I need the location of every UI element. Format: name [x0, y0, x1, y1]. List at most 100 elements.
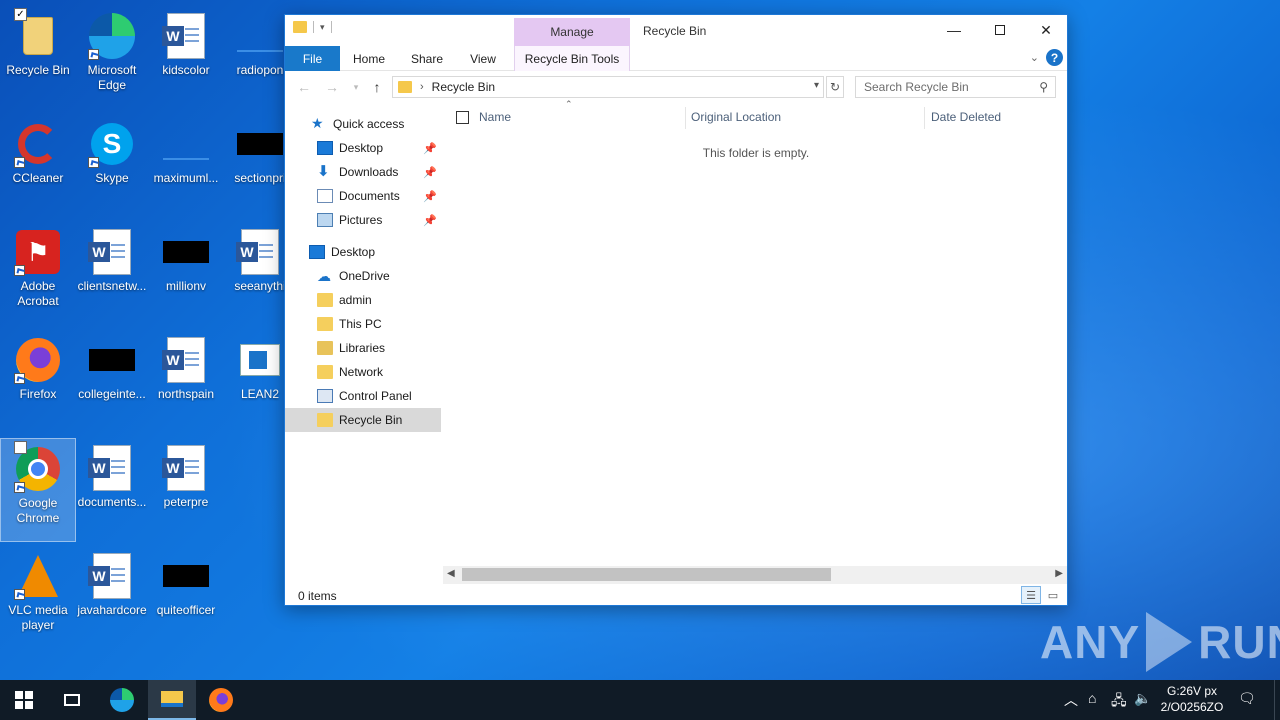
- taskbar-firefox[interactable]: [197, 680, 245, 720]
- desktop-icon-clientsnetw[interactable]: W clientsnetw...: [74, 222, 150, 326]
- nav-item-libraries[interactable]: Libraries: [285, 336, 441, 360]
- play-logo-icon: [1146, 612, 1193, 672]
- redacted-file-icon: [236, 120, 284, 168]
- nav-item-recycle-bin[interactable]: Recycle Bin: [285, 408, 441, 432]
- show-desktop-button[interactable]: [1274, 680, 1280, 720]
- address-dropdown-icon[interactable]: ▾: [814, 80, 819, 91]
- desktop-icon-google-chrome[interactable]: Google Chrome: [0, 438, 76, 542]
- forward-arrow-icon: →: [325, 79, 339, 95]
- nav-item-documents[interactable]: Documents 📌: [285, 184, 441, 208]
- search-placeholder: Search Recycle Bin: [864, 80, 969, 94]
- navigation-pane: ★ Quick access Desktop 📌 ⬇ Downloads 📌 D…: [285, 103, 441, 583]
- close-button[interactable]: ✕: [1023, 15, 1069, 45]
- desktop-icon-vlc[interactable]: VLC media player: [0, 546, 76, 650]
- desktop-icon-skype[interactable]: S Skype: [74, 114, 150, 218]
- details-view-button[interactable]: ☰: [1021, 586, 1041, 604]
- tab-view[interactable]: View: [457, 46, 509, 71]
- desktop-icon-millionv[interactable]: millionv: [148, 222, 224, 326]
- horizontal-scrollbar[interactable]: ◀ ▶: [443, 566, 1067, 584]
- up-button[interactable]: ↑: [368, 78, 386, 96]
- desktop-icon-maximuml[interactable]: maximuml...: [148, 114, 224, 218]
- large-icons-view-button[interactable]: ▭: [1043, 586, 1063, 604]
- clock[interactable]: G:26V px 2/O0256ZO: [1150, 683, 1234, 715]
- title-bar[interactable]: ▾ Manage Recycle Bin — ✕: [285, 15, 1067, 46]
- blank-file-icon: [162, 120, 210, 168]
- word-document-icon: W: [162, 444, 210, 492]
- nav-item-pictures[interactable]: Pictures 📌: [285, 208, 441, 232]
- nav-label: Recycle Bin: [339, 413, 403, 427]
- scrollbar-thumb[interactable]: [462, 568, 831, 581]
- nav-label: This PC: [339, 317, 382, 331]
- scroll-right-icon[interactable]: ▶: [1055, 568, 1063, 579]
- network-icon[interactable]: 🖧: [1111, 690, 1127, 714]
- desktop-icon-javahardcore[interactable]: W javahardcore: [74, 546, 150, 650]
- close-icon: ✕: [1040, 21, 1052, 38]
- nav-item-desktop[interactable]: Desktop: [285, 240, 441, 264]
- device-icon[interactable]: ⌂: [1088, 690, 1096, 706]
- forward-button[interactable]: →: [323, 78, 341, 96]
- column-header-original-location[interactable]: Original Location: [691, 103, 921, 131]
- show-hidden-icons-chevron-icon[interactable]: ︿: [1064, 690, 1078, 710]
- maximize-button[interactable]: [977, 15, 1023, 45]
- address-bar[interactable]: › Recycle Bin ▾: [392, 76, 824, 98]
- scroll-left-icon[interactable]: ◀: [447, 568, 455, 579]
- desktop-icon-quiteofficer[interactable]: quiteofficer: [148, 546, 224, 650]
- up-arrow-icon: ↑: [373, 79, 381, 95]
- refresh-button[interactable]: ↻: [826, 76, 844, 98]
- help-button[interactable]: ?: [1046, 49, 1063, 66]
- nav-item-downloads[interactable]: ⬇ Downloads 📌: [285, 160, 441, 184]
- nav-item-onedrive[interactable]: ☁ OneDrive: [285, 264, 441, 288]
- desktop-icon-ccleaner[interactable]: CCleaner: [0, 114, 76, 218]
- maximize-icon: [995, 25, 1005, 35]
- customize-toolbar-chevron-icon[interactable]: ▾: [320, 22, 325, 33]
- nav-item-desktop-pinned[interactable]: Desktop 📌: [285, 136, 441, 160]
- desktop-icon-recycle-bin[interactable]: ✓ Recycle Bin: [0, 6, 76, 110]
- blank-file-icon: [236, 12, 284, 60]
- download-icon: ⬇: [317, 163, 330, 180]
- column-header-date-deleted[interactable]: Date Deleted: [931, 103, 1061, 131]
- search-input[interactable]: Search Recycle Bin ⚲: [855, 76, 1056, 98]
- desktop-icon-firefox[interactable]: Firefox: [0, 330, 76, 434]
- column-header-name[interactable]: Name: [479, 103, 679, 131]
- expand-ribbon-chevron-icon[interactable]: ⌄: [1030, 51, 1039, 64]
- desktop-icon-peterpre[interactable]: W peterpre: [148, 438, 224, 542]
- taskbar: ︿ ⌂ 🖧 🔈 G:26V px 2/O0256ZO 🗨: [0, 680, 1280, 720]
- desktop-icon-microsoft-edge[interactable]: Microsoft Edge: [74, 6, 150, 110]
- desktop-icon-collegeinte[interactable]: collegeinte...: [74, 330, 150, 434]
- nav-item-admin[interactable]: admin: [285, 288, 441, 312]
- nav-label: Libraries: [339, 341, 386, 355]
- start-button[interactable]: [0, 680, 48, 720]
- sort-up-icon: ⌃: [565, 99, 573, 109]
- notifications-icon[interactable]: 🗨: [1238, 690, 1256, 707]
- nav-item-quick-access[interactable]: ★ Quick access: [285, 112, 441, 136]
- breadcrumb-recycle-bin[interactable]: Recycle Bin: [432, 80, 495, 94]
- tab-home[interactable]: Home: [343, 46, 395, 71]
- cloud-icon: ☁: [317, 268, 331, 284]
- taskbar-file-explorer[interactable]: [148, 680, 196, 720]
- icon-label: quiteofficer: [156, 603, 216, 617]
- nav-item-control-panel[interactable]: Control Panel: [285, 384, 441, 408]
- tab-recycle-bin-tools[interactable]: Recycle Bin Tools: [514, 46, 630, 71]
- skype-icon: S: [88, 120, 136, 168]
- minimize-button[interactable]: —: [931, 15, 977, 45]
- nav-item-this-pc[interactable]: This PC: [285, 312, 441, 336]
- taskbar-edge[interactable]: [98, 680, 146, 720]
- icon-label: millionv: [165, 279, 206, 293]
- tab-file[interactable]: File: [285, 46, 340, 71]
- icon-label: Google Chrome: [16, 496, 60, 525]
- volume-icon[interactable]: 🔈: [1134, 690, 1151, 707]
- tab-share[interactable]: Share: [400, 46, 454, 71]
- breadcrumb-chevron-icon[interactable]: ›: [420, 81, 424, 93]
- desktop-icon-adobe-acrobat[interactable]: ⚑ Adobe Acrobat: [0, 222, 76, 326]
- desktop-icon-northspain[interactable]: W northspain: [148, 330, 224, 434]
- back-button[interactable]: ←: [295, 78, 313, 96]
- word-document-icon: W: [88, 444, 136, 492]
- nav-item-network[interactable]: Network: [285, 360, 441, 384]
- manage-context-tab[interactable]: Manage: [514, 18, 630, 46]
- task-view-button[interactable]: [48, 680, 96, 720]
- star-icon: ★: [311, 115, 324, 131]
- desktop-icon-documents[interactable]: W documents...: [74, 438, 150, 542]
- select-all-checkbox[interactable]: [456, 103, 469, 131]
- recent-locations-button[interactable]: ▾: [347, 78, 365, 96]
- desktop-icon-kidscolor[interactable]: W kidscolor: [148, 6, 224, 110]
